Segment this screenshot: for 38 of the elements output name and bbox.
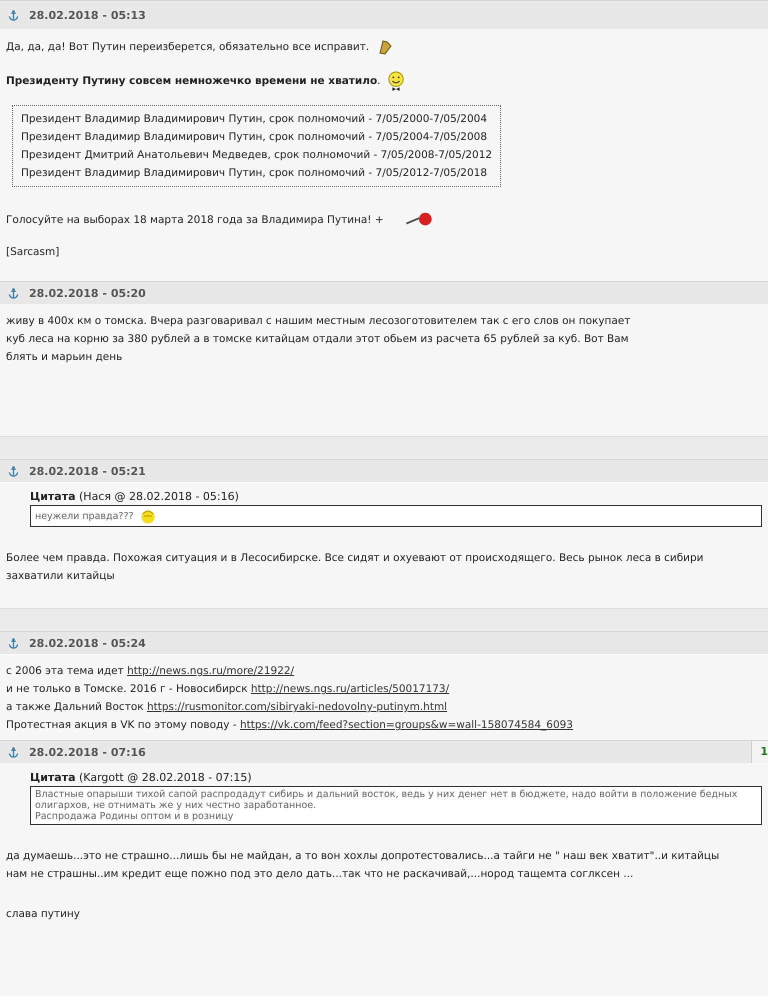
- post-link[interactable]: http://news.ngs.ru/more/21922/: [127, 665, 294, 678]
- quote-title: Цитата (Нася @ 28.02.2018 - 05:16): [30, 490, 240, 504]
- post-text: да думаешь...это не страшно...лишь бы не майдан, а то вон хохлы допротестовались...а тайги не " наш век хватит"..и китайцы нам не страшны..им кредит еще пожно под это дело дать...так что не раскачивай,...нород тащемта соглксен ...: [6, 850, 720, 880]
- anchor-icon[interactable]: [8, 288, 19, 299]
- post-text: и не только в Томске. 2016 г - Новосибирск: [6, 683, 248, 696]
- post-link[interactable]: https://rusmonitor.com/sibiryaki-nedovolny-putinym.html: [146, 701, 448, 714]
- post-number[interactable]: 1: [751, 741, 768, 764]
- emoticon-icon: [140, 508, 156, 524]
- anchor-icon[interactable]: [8, 466, 19, 477]
- list-line: Президент Владимир Владимирович Путин, срок полномочий - 7/05/2012-7/05/2018: [21, 166, 488, 181]
- anchor-icon[interactable]: [8, 638, 19, 649]
- post-text: живу в 400х км о томска. Вчера разговаривал с нашим местным лесозоготовителем так с его слов он покупает куб леса на корню за 380 рублей а в томске китайцам отдали этот обьем из расчета 65 рублей за куб. Вот Вам блять и марьин день: [6, 315, 630, 364]
- post-link[interactable]: https://vk.com/feed?section=groups&w=wall-158074584_6093: [240, 719, 573, 732]
- anchor-icon[interactable]: [8, 10, 19, 20]
- post-text: слава путину: [6, 908, 80, 920]
- anchor-icon[interactable]: [8, 746, 19, 758]
- post-text: Протестная акция в VK по этому поводу -: [6, 719, 237, 732]
- post-date: 28.02.2018 - 07:16: [29, 746, 146, 759]
- post-text: Более чем правда. Похожая ситуация и в Лесосибирске. Все сидят и охуевают от происходящего. Весь рынок леса в сибири захватили китайцы: [6, 552, 704, 582]
- post-date: 28.02.2018 - 05:21: [29, 464, 146, 478]
- post-date: 28.02.2018 - 05:24: [29, 636, 146, 650]
- list-line: Президент Владимир Владимирович Путин, срок полномочий - 7/05/2000-7/05/2004: [21, 112, 488, 127]
- post-text: [Sarcasm]: [6, 246, 60, 258]
- quote-text: неужели правда???: [35, 510, 134, 522]
- list-line: Президент Дмитрий Анатольевич Медведев, срок полномочий - 7/05/2008-7/05/2012: [21, 148, 492, 163]
- post-text: Голосуйте на выборах 18 марта 2018 года за Владимира Путина! +: [6, 214, 384, 226]
- post-text: Президенту Путину совсем немножечко времени не хватило: [6, 74, 378, 87]
- post-date: 28.02.2018 - 05:20: [29, 286, 146, 300]
- list-line: Президент Владимир Владимирович Путин, срок полномочий - 7/05/2004-7/05/2008: [21, 130, 488, 145]
- post-text: а также Дальний Восток: [6, 701, 144, 714]
- post-text: .: [377, 74, 380, 87]
- quote-text: Властные опарыши тихой сапой распродадут сибирь и дальний восток, ведь у них денег нет в бюджете, надо войти в положение бедных олигархов, не отнимать же у них честно заработанное. Распродажа Родины оптом и в розницу: [35, 789, 738, 822]
- post-text: с 2006 эта тема идет: [6, 665, 124, 678]
- post-link[interactable]: http://news.ngs.ru/articles/50017173/: [250, 683, 450, 696]
- smiley-icon: [386, 71, 404, 91]
- quote-title: Цитата (Kargott @ 28.02.2018 - 07:15): [30, 771, 253, 784]
- post-date: 28.02.2018 - 05:13: [29, 8, 146, 22]
- post-text: Да, да, да! Вот Путин переизберется, обязательно все исправит.: [6, 40, 370, 53]
